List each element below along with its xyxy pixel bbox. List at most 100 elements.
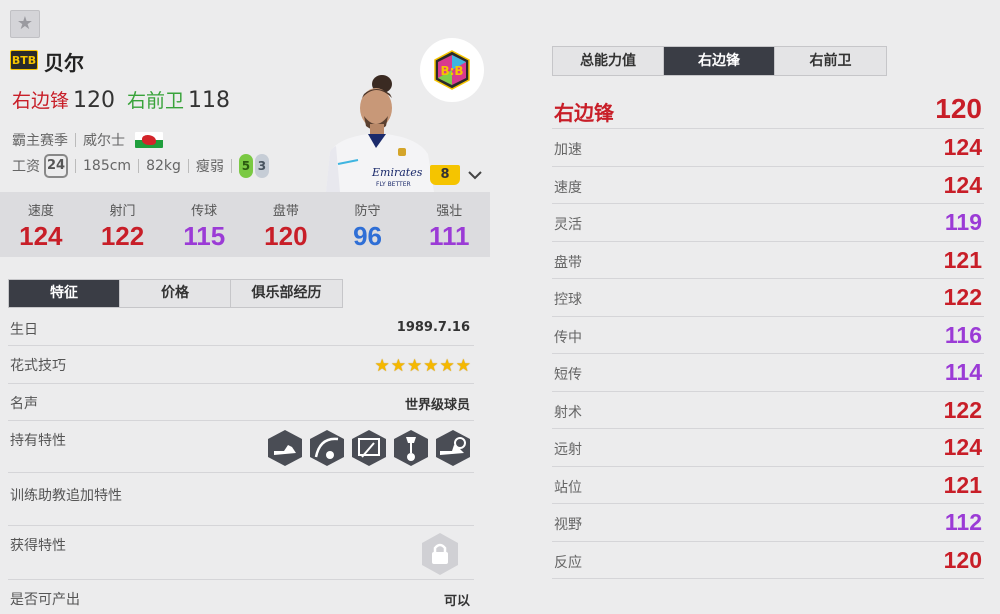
position-ratings: 右边锋 120 右前卫 118 xyxy=(12,86,242,113)
tab-club-history[interactable]: 俱乐部经历 xyxy=(231,280,342,307)
trait-finesse-icon[interactable] xyxy=(392,429,430,467)
position-secondary-label: 右前卫 xyxy=(127,90,185,112)
weight: 82kg xyxy=(146,158,181,174)
trait-long-shot-icon[interactable] xyxy=(350,429,388,467)
attribute-label: 反应 xyxy=(554,554,582,571)
main-stats: 速度 124 射门 122 传球 115 盘带 120 防守 96 强壮 111 xyxy=(0,192,490,257)
info-row-coach-traits: 训练助教追加特性 xyxy=(8,473,474,526)
attribute-label: 速度 xyxy=(554,179,582,196)
info-row-acquired-traits: 获得特性 xyxy=(8,526,474,580)
salary-label: 工资 xyxy=(12,159,40,175)
nationality: 威尔士 xyxy=(83,133,125,149)
birthday-label: 生日 xyxy=(10,322,38,338)
stat-item: 传球 115 xyxy=(163,192,245,257)
attribute-label: 短传 xyxy=(554,367,582,383)
attribute-value: 121 xyxy=(943,471,982,498)
attribute-row: 灵活 119 xyxy=(552,204,984,242)
attribute-row: 远射 124 xyxy=(552,429,984,467)
attribute-row: 盘带 121 xyxy=(552,242,984,279)
attribute-row: 站位 121 xyxy=(552,467,984,504)
stat-item: 强壮 111 xyxy=(408,192,490,257)
attribute-value: 122 xyxy=(943,284,982,310)
attribute-value: 124 xyxy=(943,171,982,198)
svg-text:Emirates: Emirates xyxy=(371,166,423,179)
chevron-down-icon[interactable] xyxy=(466,166,484,184)
position-primary-label: 右边锋 xyxy=(12,90,70,112)
stat-label: 射门 xyxy=(109,204,136,219)
producible-label: 是否可产出 xyxy=(10,592,80,608)
stat-value: 111 xyxy=(428,221,470,251)
stat-label: 防守 xyxy=(354,204,381,219)
favorite-star-icon[interactable]: ★ xyxy=(10,10,40,38)
position-primary-value: 120 xyxy=(73,88,116,113)
stat-value: 120 xyxy=(264,221,308,251)
tab-overall[interactable]: 总能力值 xyxy=(553,47,664,75)
info-row-fame: 名声 世界级球员 xyxy=(8,384,474,421)
info-row-skill: 花式技巧 ★★★★★★ xyxy=(8,346,474,384)
skill-stars: ★★★★★★ xyxy=(374,356,472,376)
attribute-value: 120 xyxy=(943,546,982,573)
acquired-traits-label: 获得特性 xyxy=(10,538,66,554)
info-row-birthday: 生日 1989.7.16 xyxy=(8,310,474,346)
info-tabs: 特征 价格 俱乐部经历 xyxy=(8,279,343,308)
attribute-value: 116 xyxy=(944,321,982,348)
trait-icons xyxy=(266,429,472,467)
body-type: 瘦弱 xyxy=(195,159,224,175)
stat-value: 96 xyxy=(353,221,382,251)
trait-boot-icon[interactable] xyxy=(266,429,304,467)
tab-rw[interactable]: 右边锋 xyxy=(664,47,775,75)
stat-value: 122 xyxy=(100,221,145,251)
attribute-label: 加速 xyxy=(554,142,582,158)
attribute-row: 反应 120 xyxy=(552,542,984,579)
stat-label: 速度 xyxy=(27,204,54,219)
attribute-label: 远射 xyxy=(554,442,582,458)
attribute-label: 站位 xyxy=(554,479,582,496)
attribute-label: 射术 xyxy=(554,404,582,421)
season-name: 霸主赛季 xyxy=(12,133,68,149)
stat-item: 速度 124 xyxy=(0,192,82,257)
attribute-row: 射术 122 xyxy=(552,392,984,429)
attribute-value: 124 xyxy=(943,134,982,160)
attribute-value: 124 xyxy=(943,434,982,460)
wales-flag-icon xyxy=(135,132,163,148)
fame-value: 世界级球员 xyxy=(404,398,470,413)
tab-price[interactable]: 价格 xyxy=(120,280,231,307)
producible-value: 可以 xyxy=(443,594,470,609)
info-list: 生日 1989.7.16 花式技巧 ★★★★★★ 名声 世界级球员 持有特性 训… xyxy=(8,310,474,614)
player-meta-body: 工资 24 185cm 82kg 瘦弱 5 3 xyxy=(12,154,269,178)
tab-rm[interactable]: 右前卫 xyxy=(775,47,886,75)
upgrade-level-badge: 8 xyxy=(430,165,460,185)
attribute-value: 119 xyxy=(944,209,982,235)
player-meta-season: 霸主赛季 威尔士 xyxy=(12,130,163,150)
stat-value: 124 xyxy=(19,221,63,251)
attribute-value: 112 xyxy=(944,509,982,535)
attribute-label: 盘带 xyxy=(554,254,582,271)
attribute-label: 灵活 xyxy=(554,217,582,233)
tab-features[interactable]: 特征 xyxy=(9,280,120,307)
info-row-traits: 持有特性 xyxy=(8,421,474,473)
attribute-list: 加速 124 速度 124 灵活 119 盘带 121 控球 122 传中 116 短传 114 射术 122… xyxy=(552,129,984,579)
player-name: 贝尔 xyxy=(44,51,84,75)
trait-speed-dribbler-icon[interactable] xyxy=(434,429,472,467)
player-portrait: Emirates FLY BETTER xyxy=(326,75,434,192)
ability-tabs: 总能力值 右边锋 右前卫 xyxy=(552,46,887,76)
birthday-value: 1989.7.16 xyxy=(396,320,470,335)
attribute-label: 视野 xyxy=(554,517,582,533)
svg-text:B:B: B:B xyxy=(440,64,463,78)
traits-label: 持有特性 xyxy=(10,433,66,449)
attribute-row: 加速 124 xyxy=(552,129,984,167)
attribute-row: 视野 112 xyxy=(552,504,984,542)
stat-label: 强壮 xyxy=(436,204,463,219)
lock-icon xyxy=(422,533,458,575)
skill-level-badge: 3 xyxy=(254,154,269,178)
stat-item: 盘带 120 xyxy=(245,192,327,257)
skill-moves-label: 花式技巧 xyxy=(10,358,66,374)
fame-label: 名声 xyxy=(10,396,38,412)
stat-label: 盘带 xyxy=(272,204,299,219)
position-rating-header: 右边锋 120 xyxy=(552,91,984,129)
stat-value: 115 xyxy=(183,221,226,251)
trait-curve-shot-icon[interactable] xyxy=(308,429,346,467)
season-badge: BTB xyxy=(10,50,38,70)
attribute-label: 控球 xyxy=(554,292,582,308)
attribute-label: 传中 xyxy=(554,329,582,346)
